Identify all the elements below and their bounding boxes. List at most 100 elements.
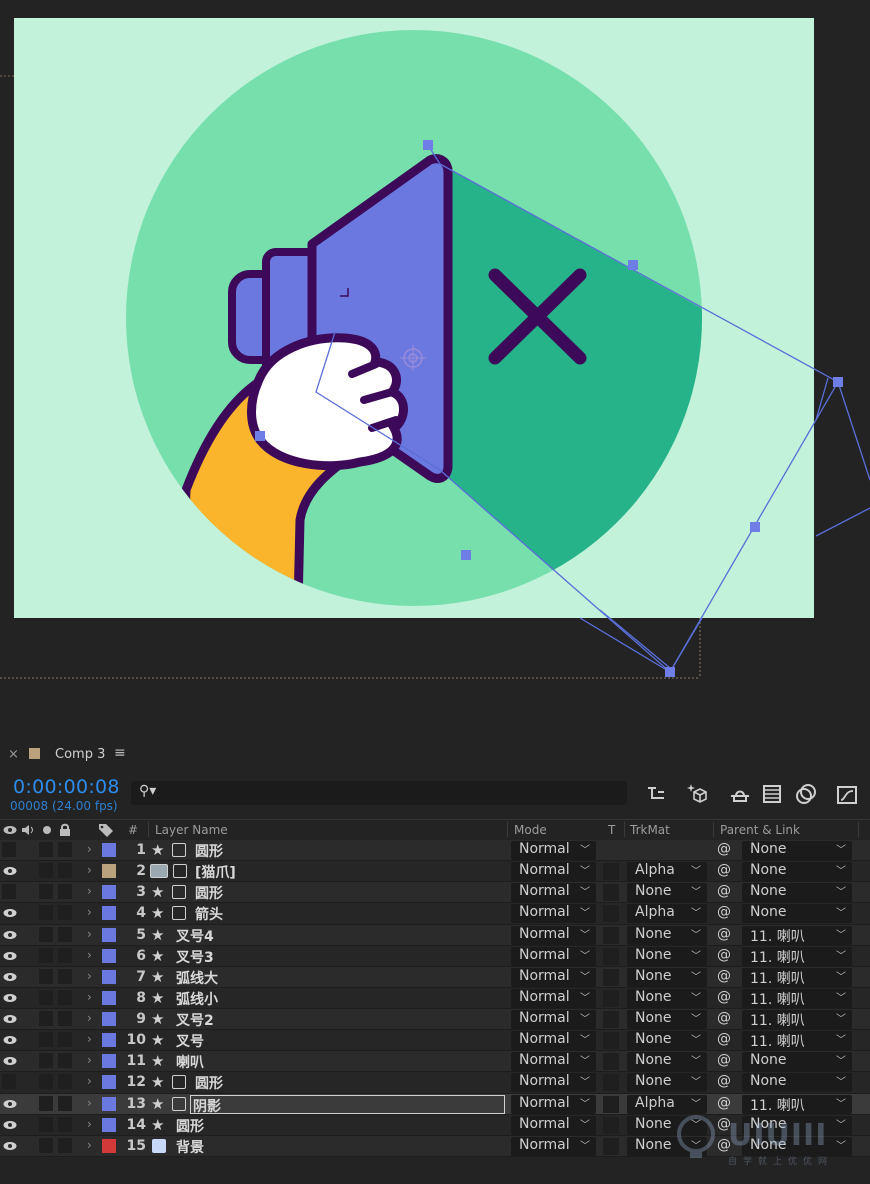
eye-icon[interactable] xyxy=(3,929,17,941)
lock-icon[interactable] xyxy=(59,823,71,837)
frame-blending-icon[interactable] xyxy=(760,782,784,806)
layer-name[interactable]: 叉号2 xyxy=(176,1010,214,1030)
trkmat-dropdown[interactable]: None ﹀ xyxy=(627,988,707,1008)
preserve-transparency-toggle[interactable] xyxy=(603,947,619,965)
close-icon[interactable]: × xyxy=(8,747,19,762)
tab-label[interactable]: Comp 3 xyxy=(55,747,105,762)
mode-dropdown[interactable]: Normal ﹀ xyxy=(511,967,596,987)
lock-toggle[interactable] xyxy=(58,968,72,984)
lock-toggle[interactable] xyxy=(58,842,72,857)
solo-toggle[interactable] xyxy=(39,1053,53,1069)
chevron-right-icon[interactable]: › xyxy=(87,1011,92,1025)
layer-name[interactable]: 叉号 xyxy=(176,1031,204,1051)
layer-label-color[interactable] xyxy=(102,1054,116,1069)
preserve-transparency-toggle[interactable] xyxy=(603,989,619,1007)
layer-label-color[interactable] xyxy=(102,1012,116,1026)
shy-layers-icon[interactable] xyxy=(728,782,752,806)
current-time-display[interactable]: 0:00:00:08 xyxy=(13,776,120,798)
layer-row[interactable]: › 3 ★ 圆形 Normal ﹀ None ﹀ @ None ﹀ xyxy=(0,882,870,904)
chevron-right-icon[interactable]: › xyxy=(87,1138,92,1152)
layer-label-color[interactable] xyxy=(102,1075,116,1090)
solo-toggle[interactable] xyxy=(39,1032,53,1048)
layer-name[interactable]: 圆形 xyxy=(195,883,223,903)
eye-icon[interactable] xyxy=(3,1140,17,1152)
solo-toggle[interactable] xyxy=(39,1137,53,1153)
solo-toggle[interactable] xyxy=(39,947,53,963)
layer-row[interactable]: › 6 ★ 叉号3 Normal ﹀ None ﹀ @11. 喇叭 ﹀ xyxy=(0,945,870,967)
solo-toggle[interactable] xyxy=(39,989,53,1005)
layer-name[interactable]: 阴影 xyxy=(190,1094,505,1115)
trkmat-dropdown[interactable]: None ﹀ xyxy=(627,1031,707,1051)
layer-label-color[interactable] xyxy=(102,885,116,900)
layer-label-color[interactable] xyxy=(102,843,116,857)
parent-dropdown[interactable]: 11. 喇叭 ﹀ xyxy=(742,1010,852,1029)
eye-icon[interactable] xyxy=(3,1034,17,1046)
composition-canvas[interactable] xyxy=(0,0,870,720)
mode-dropdown[interactable]: Normal ﹀ xyxy=(511,988,596,1008)
mode-dropdown[interactable]: Normal ﹀ xyxy=(511,1136,596,1156)
mode-dropdown[interactable]: Normal ﹀ xyxy=(511,925,596,945)
mode-dropdown[interactable]: Normal ﹀ xyxy=(511,1052,596,1072)
lock-toggle[interactable] xyxy=(58,1032,72,1048)
pick-whip-icon[interactable]: @ xyxy=(717,862,731,878)
label-tag-icon[interactable] xyxy=(98,823,114,837)
pick-whip-icon[interactable]: @ xyxy=(717,926,731,942)
trkmat-dropdown[interactable]: None ﹀ xyxy=(627,1010,707,1029)
pick-whip-icon[interactable]: @ xyxy=(717,1031,731,1047)
solo-toggle[interactable] xyxy=(39,968,53,984)
eye-icon[interactable] xyxy=(3,971,17,983)
chevron-right-icon[interactable]: › xyxy=(87,1117,92,1131)
pick-whip-icon[interactable]: @ xyxy=(717,1010,731,1026)
trkmat-dropdown[interactable]: None ﹀ xyxy=(627,925,707,945)
mode-dropdown[interactable]: Normal ﹀ xyxy=(511,883,596,903)
preserve-transparency-toggle[interactable] xyxy=(603,1053,619,1071)
chevron-right-icon[interactable]: › xyxy=(87,990,92,1004)
parent-dropdown[interactable]: 11. 喇叭 ﹀ xyxy=(742,925,852,945)
layer-name[interactable]: 箭头 xyxy=(195,904,223,924)
solo-toggle[interactable] xyxy=(39,1116,53,1132)
motion-blur-icon[interactable] xyxy=(793,782,817,806)
lock-toggle[interactable] xyxy=(58,1116,72,1132)
layer-row[interactable]: › 7 ★ 弧线大 Normal ﹀ None ﹀ @11. 喇叭 ﹀ xyxy=(0,966,870,988)
lock-toggle[interactable] xyxy=(58,1095,72,1111)
pick-whip-icon[interactable]: @ xyxy=(717,1073,731,1089)
parent-dropdown[interactable]: None ﹀ xyxy=(742,883,852,903)
layer-row[interactable]: › 5 ★ 叉号4 Normal ﹀ None ﹀ @11. 喇叭 ﹀ xyxy=(0,924,870,946)
solo-toggle[interactable] xyxy=(39,863,53,879)
solo-toggle[interactable] xyxy=(39,1095,53,1111)
layer-label-color[interactable] xyxy=(102,927,116,942)
chevron-right-icon[interactable]: › xyxy=(87,842,92,856)
layer-name[interactable]: 圆形 xyxy=(176,1116,204,1136)
solo-icon[interactable] xyxy=(42,825,52,835)
parent-dropdown[interactable]: None ﹀ xyxy=(742,841,852,860)
lock-toggle[interactable] xyxy=(58,1074,72,1090)
lock-toggle[interactable] xyxy=(58,1011,72,1026)
pick-whip-icon[interactable]: @ xyxy=(717,841,731,857)
layer-name[interactable]: [猫爪] xyxy=(195,862,236,882)
layer-name[interactable]: 弧线大 xyxy=(176,968,218,988)
parent-dropdown[interactable]: None ﹀ xyxy=(742,1052,852,1072)
layer-row[interactable]: › 12 ★ 圆形 Normal ﹀ None ﹀ @ None ﹀ xyxy=(0,1072,870,1094)
layer-row[interactable]: › 1 ★ 圆形 Normal ﹀ @ None ﹀ xyxy=(0,840,870,862)
chevron-right-icon[interactable]: › xyxy=(87,863,92,877)
preserve-transparency-toggle[interactable] xyxy=(603,1032,619,1050)
audio-icon[interactable] xyxy=(21,824,35,836)
visibility-toggle[interactable] xyxy=(2,842,16,857)
pick-whip-icon[interactable]: @ xyxy=(717,1052,731,1068)
eye-icon[interactable] xyxy=(3,1055,17,1067)
layer-row[interactable]: › 2 [猫爪] Normal ﹀ Alpha ﹀ @ None ﹀ xyxy=(0,861,870,883)
graph-editor-icon[interactable] xyxy=(835,782,859,806)
preserve-transparency-toggle[interactable] xyxy=(603,884,619,902)
layer-row[interactable]: › 10 ★ 叉号 Normal ﹀ None ﹀ @11. 喇叭 ﹀ xyxy=(0,1030,870,1052)
layer-label-color[interactable] xyxy=(102,1138,116,1153)
parent-dropdown[interactable]: 11. 喇叭 ﹀ xyxy=(742,967,852,987)
eye-icon[interactable] xyxy=(3,907,17,919)
trkmat-dropdown[interactable]: None ﹀ xyxy=(627,946,707,966)
layer-name[interactable]: 叉号4 xyxy=(176,926,214,946)
preserve-transparency-toggle[interactable] xyxy=(603,968,619,986)
lock-toggle[interactable] xyxy=(58,863,72,879)
visibility-toggle[interactable] xyxy=(2,884,16,900)
preserve-transparency-toggle[interactable] xyxy=(603,1095,619,1113)
trkmat-dropdown[interactable]: Alpha ﹀ xyxy=(627,862,707,882)
layer-search-input[interactable]: ⚲▾ xyxy=(131,781,627,805)
